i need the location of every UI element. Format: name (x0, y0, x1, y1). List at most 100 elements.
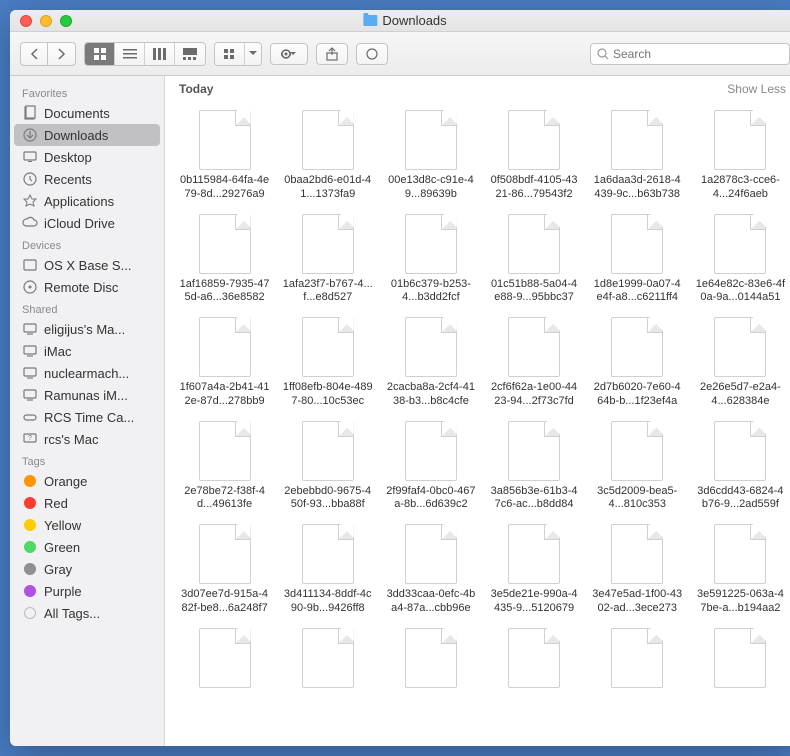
tag-icon (22, 473, 38, 489)
sidebar-item[interactable]: Desktop (10, 146, 164, 168)
file-item[interactable]: 2e26e5d7-e2a4-4...628384e (691, 313, 790, 413)
column-view-button[interactable] (145, 43, 175, 65)
sidebar-section-header: Tags (10, 450, 164, 470)
file-item[interactable] (278, 624, 377, 696)
forward-button[interactable] (48, 42, 76, 66)
sidebar-item[interactable]: Green (10, 536, 164, 558)
zoom-button[interactable] (60, 15, 72, 27)
sidebar-item[interactable]: ?rcs's Mac (10, 428, 164, 450)
arrange-group (214, 42, 262, 66)
sidebar-item[interactable]: iCloud Drive (10, 212, 164, 234)
file-item[interactable]: 3a856b3e-61b3-47c6-ac...b8dd84 (484, 417, 583, 517)
file-name: 1d8e1999-0a07-4e4f-a8...c6211ff4 (592, 278, 682, 306)
file-item[interactable]: 3e591225-063a-47be-a...b194aa2 (691, 520, 790, 620)
sidebar-item[interactable]: OS X Base S... (10, 254, 164, 276)
tags-button[interactable] (356, 43, 388, 65)
file-item[interactable]: 3c5d2009-bea5-4...810c353 (588, 417, 687, 517)
close-button[interactable] (20, 15, 32, 27)
tag-icon (22, 605, 38, 621)
file-item[interactable]: 3dd33caa-0efc-4ba4-87a...cbb96e (381, 520, 480, 620)
file-icon (199, 421, 251, 481)
file-item[interactable]: 1a6daa3d-2618-4439-9c...b63b738 (588, 106, 687, 206)
sidebar-item-label: Recents (44, 172, 92, 187)
file-icon (714, 110, 766, 170)
file-item[interactable]: 01b6c379-b253-4...b3dd2fcf (381, 210, 480, 310)
file-item[interactable]: 3e47e5ad-1f00-4302-ad...3ece273 (588, 520, 687, 620)
sidebar-item[interactable]: Downloads (14, 124, 160, 146)
file-item[interactable]: 1a2878c3-cce6-4...24f6aeb (691, 106, 790, 206)
file-name: 3d6cdd43-6824-4b76-9...2ad559f (695, 485, 785, 513)
file-item[interactable] (175, 624, 274, 696)
share-button[interactable] (316, 43, 348, 65)
file-name: 2ebebbd0-9675-450f-93...bba88f (283, 485, 373, 513)
file-item[interactable] (381, 624, 480, 696)
action-menu-button[interactable] (270, 43, 308, 65)
file-item[interactable]: 2cacba8a-2cf4-4138-b3...b8c4cfe (381, 313, 480, 413)
group-dropdown[interactable] (245, 43, 261, 65)
folder-icon (363, 15, 377, 26)
sidebar-item[interactable]: Documents (10, 102, 164, 124)
sidebar-item[interactable]: Purple (10, 580, 164, 602)
sidebar-item[interactable]: nuclearmach... (10, 362, 164, 384)
file-item[interactable]: 3d6cdd43-6824-4b76-9...2ad559f (691, 417, 790, 517)
sidebar-item[interactable]: Orange (10, 470, 164, 492)
sidebar-item[interactable]: Recents (10, 168, 164, 190)
sidebar-item[interactable]: Ramunas iM... (10, 384, 164, 406)
file-item[interactable]: 2d7b6020-7e60-464b-b...1f23ef4a (588, 313, 687, 413)
sidebar-item[interactable]: Applications (10, 190, 164, 212)
file-icon (611, 214, 663, 274)
sidebar-item[interactable]: Yellow (10, 514, 164, 536)
search-input[interactable] (613, 47, 783, 61)
sidebar-item[interactable]: Red (10, 492, 164, 514)
file-item[interactable]: 2e78be72-f38f-4d...49613fe (175, 417, 274, 517)
sidebar-item[interactable]: iMac (10, 340, 164, 362)
sidebar-item[interactable]: RCS Time Ca... (10, 406, 164, 428)
sidebar-item[interactable]: eligijus's Ma... (10, 318, 164, 340)
file-icon (714, 317, 766, 377)
list-view-button[interactable] (115, 43, 145, 65)
file-item[interactable] (691, 624, 790, 696)
file-item[interactable] (588, 624, 687, 696)
file-item[interactable]: 00e13d8c-c91e-49...89639b (381, 106, 480, 206)
file-item[interactable]: 1afa23f7-b767-4...f...e8d527 (278, 210, 377, 310)
documents-icon (22, 105, 38, 121)
file-item[interactable]: 1d8e1999-0a07-4e4f-a8...c6211ff4 (588, 210, 687, 310)
file-item[interactable]: 3d07ee7d-915a-482f-be8...6a248f7 (175, 520, 274, 620)
file-item[interactable]: 3d411134-8ddf-4c90-9b...9426ff8 (278, 520, 377, 620)
file-item[interactable]: 1e64e82c-83e6-4f0a-9a...0144a51 (691, 210, 790, 310)
file-item[interactable] (484, 624, 583, 696)
toolbar (10, 32, 790, 76)
sidebar-item[interactable]: All Tags... (10, 602, 164, 624)
file-item[interactable]: 1f607a4a-2b41-412e-87d...278bb9 (175, 313, 274, 413)
disc-icon (22, 279, 38, 295)
search-field[interactable] (590, 43, 790, 65)
icon-view-button[interactable] (85, 43, 115, 65)
file-item[interactable]: 01c51b88-5a04-4e88-9...95bbc37 (484, 210, 583, 310)
file-item[interactable]: 0baa2bd6-e01d-41...1373fa9 (278, 106, 377, 206)
sidebar-item[interactable]: Remote Disc (10, 276, 164, 298)
sidebar-item-label: Documents (44, 106, 110, 121)
file-icon (508, 110, 560, 170)
sidebar-section-header: Favorites (10, 82, 164, 102)
file-item[interactable]: 2ebebbd0-9675-450f-93...bba88f (278, 417, 377, 517)
titlebar[interactable]: Downloads (10, 10, 790, 32)
file-item[interactable]: 0b115984-64fa-4e79-8d...29276a9 (175, 106, 274, 206)
file-icon (302, 628, 354, 688)
file-item[interactable]: 0f508bdf-4105-4321-86...79543f2 (484, 106, 583, 206)
gallery-view-button[interactable] (175, 43, 205, 65)
file-item[interactable]: 1af16859-7935-475d-a6...36e8582 (175, 210, 274, 310)
back-button[interactable] (20, 42, 48, 66)
file-item[interactable]: 3e5de21e-990a-4435-9...5120679 (484, 520, 583, 620)
downloads-icon (22, 127, 38, 143)
sidebar-item[interactable]: Gray (10, 558, 164, 580)
minimize-button[interactable] (40, 15, 52, 27)
file-icon (508, 628, 560, 688)
group-by-button[interactable] (215, 43, 245, 65)
show-less-button[interactable]: Show Less (727, 82, 786, 96)
sidebar-item-label: iMac (44, 344, 71, 359)
file-item[interactable]: 2f99faf4-0bc0-467a-8b...6d639c2 (381, 417, 480, 517)
file-grid: 0b115984-64fa-4e79-8d...29276a90baa2bd6-… (165, 102, 790, 746)
file-item[interactable]: 2cf6f62a-1e00-4423-94...2f73c7fd (484, 313, 583, 413)
tag-icon (22, 561, 38, 577)
file-item[interactable]: 1ff08efb-804e-4897-80...10c53ec (278, 313, 377, 413)
